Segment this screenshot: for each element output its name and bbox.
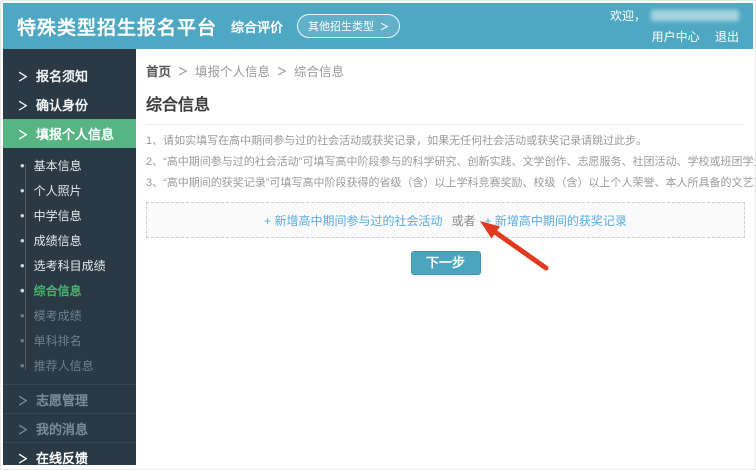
breadcrumb-current: 综合信息: [294, 65, 345, 79]
bullet-icon: •: [20, 208, 25, 223]
sidebar-item-label: 在线反馈: [36, 450, 89, 466]
welcome-row: 欢迎，: [610, 7, 739, 24]
blurred-username: [651, 10, 739, 21]
bullet-icon: •: [20, 258, 25, 273]
sidebar-item-label: 确认身份: [36, 98, 89, 113]
breadcrumb-separator-icon: ＞: [277, 67, 288, 78]
chevron-right-icon: ＞: [18, 100, 28, 114]
breadcrumb-home[interactable]: 首页: [146, 61, 171, 80]
sidebar-item-online-feedback[interactable]: ＞ 在线反馈: [3, 442, 136, 469]
sidebar-item-fill-personal-info[interactable]: ＞ 填报个人信息: [3, 119, 136, 148]
sidebar-item-personal-photo[interactable]: • 个人照片: [3, 178, 136, 203]
or-text: 或者: [451, 213, 476, 228]
add-records-panel: + 新增高中期间参与过的社会活动 或者 + 新增高中期间的获奖记录: [146, 202, 745, 238]
bullet-icon: •: [20, 183, 25, 198]
sidebar-item-mock-exam-scores[interactable]: • 模考成绩: [3, 303, 136, 328]
sidebar-item-label: 志愿管理: [36, 392, 89, 408]
sidebar-item-grade-info[interactable]: • 成绩信息: [3, 228, 136, 253]
app-window: 特殊类型招生报名平台 综合评价 其他招生类型 ＞ 欢迎， 用户中心 退出 ＞ 报…: [0, 0, 756, 470]
chevron-right-icon: ＞: [18, 452, 28, 466]
page-title: 综合信息: [146, 91, 745, 125]
chevron-right-icon: ＞: [380, 21, 390, 32]
sidebar-item-basic-info[interactable]: • 基本信息: [3, 153, 136, 178]
main-content: 首页 ＞ 填报个人信息 ＞ 综合信息 综合信息 1、请如实填写在高中期间参与过的…: [146, 49, 756, 467]
sidebar-item-label: 单科排名: [33, 334, 82, 348]
bullet-icon: •: [20, 283, 25, 298]
sidebar-item-label: 报名须知: [36, 69, 89, 84]
user-center-link[interactable]: 用户中心: [652, 30, 700, 44]
other-enrollment-type-button[interactable]: 其他招生类型 ＞: [297, 14, 401, 38]
sidebar-item-comprehensive-info[interactable]: • 综合信息: [3, 278, 136, 303]
bullet-icon: •: [20, 333, 25, 348]
sidebar-item-application-management[interactable]: ＞ 志愿管理: [3, 384, 136, 413]
bullet-icon: •: [20, 158, 25, 173]
sidebar-item-my-messages[interactable]: ＞ 我的消息: [3, 413, 136, 442]
sidebar-item-elective-scores[interactable]: • 选考科目成绩: [3, 253, 136, 278]
app-title: 特殊类型招生报名平台: [17, 17, 218, 39]
add-social-activity-link[interactable]: + 新增高中期间参与过的社会活动: [264, 212, 442, 229]
chevron-right-icon: ＞: [18, 71, 28, 85]
sidebar-item-label: 综合信息: [33, 284, 82, 298]
sidebar-item-label: 模考成绩: [33, 309, 82, 323]
chevron-right-icon: ＞: [18, 129, 28, 143]
logout-link[interactable]: 退出: [715, 30, 739, 44]
app-subtitle: 综合评价: [231, 19, 284, 35]
bullet-icon: •: [20, 308, 25, 323]
bullet-icon: •: [20, 358, 25, 373]
breadcrumb-fill-personal-info[interactable]: 填报个人信息: [195, 61, 270, 80]
header-right: 欢迎， 用户中心 退出: [610, 7, 739, 45]
sidebar-nav: ＞ 报名须知 ＞ 确认身份 ＞ 填报个人信息 • 基本信息 • 个人照片 • 中…: [3, 49, 136, 466]
sidebar-item-recommender-info[interactable]: • 推荐人信息: [3, 353, 136, 378]
welcome-label: 欢迎，: [609, 9, 646, 23]
breadcrumb-separator-icon: ＞: [178, 67, 189, 78]
next-step-button[interactable]: 下一步: [410, 251, 481, 275]
chevron-right-icon: ＞: [18, 423, 28, 437]
instruction-line-3: 3、“高中期间的获奖记录”可填写高中阶段获得的省级（含）以上学科竞赛奖励、校级（…: [146, 177, 755, 189]
sidebar-item-signup-notice[interactable]: ＞ 报名须知: [3, 61, 136, 90]
sidebar-item-label: 推荐人信息: [33, 359, 94, 373]
instruction-line-2: 2、“高中期间参与过的社会活动”可填写高中阶段参与的科学研究、创新实践、文学创作…: [146, 156, 756, 168]
sidebar-item-label: 成绩信息: [33, 234, 82, 248]
breadcrumb: 首页 ＞ 填报个人信息 ＞ 综合信息: [146, 61, 745, 80]
top-header: 特殊类型招生报名平台 综合评价 其他招生类型 ＞ 欢迎， 用户中心 退出: [3, 3, 753, 49]
sidebar-item-label: 个人照片: [33, 184, 82, 198]
sidebar-item-label: 填报个人信息: [36, 127, 115, 142]
sidebar-item-label: 选考科目成绩: [33, 259, 106, 273]
bullet-icon: •: [20, 233, 25, 248]
sidebar-item-subject-ranking[interactable]: • 单科排名: [3, 328, 136, 353]
sidebar-item-label: 中学信息: [33, 209, 82, 223]
sidebar-item-label: 我的消息: [36, 421, 89, 437]
sidebar-item-label: 基本信息: [33, 159, 82, 173]
add-award-record-link[interactable]: + 新增高中期间的获奖记录: [485, 212, 627, 229]
instruction-line-1: 1、请如实填写在高中期间参与过的社会活动或获奖记录，如果无任何社会活动或获奖记录…: [146, 135, 648, 147]
sidebar-item-confirm-identity[interactable]: ＞ 确认身份: [3, 90, 136, 119]
instructions-list: 1、请如实填写在高中期间参与过的社会活动或获奖记录，如果无任何社会活动或获奖记录…: [146, 134, 756, 191]
other-enrollment-type-label: 其他招生类型: [308, 21, 375, 33]
sidebar-subitems: • 基本信息 • 个人照片 • 中学信息 • 成绩信息 • 选考科目成绩 • 综…: [3, 148, 136, 384]
chevron-right-icon: ＞: [18, 394, 28, 408]
sidebar-item-school-info[interactable]: • 中学信息: [3, 203, 136, 228]
user-links: 用户中心 退出: [610, 28, 739, 45]
header-left: 特殊类型招生报名平台 综合评价 其他招生类型 ＞: [17, 13, 401, 40]
